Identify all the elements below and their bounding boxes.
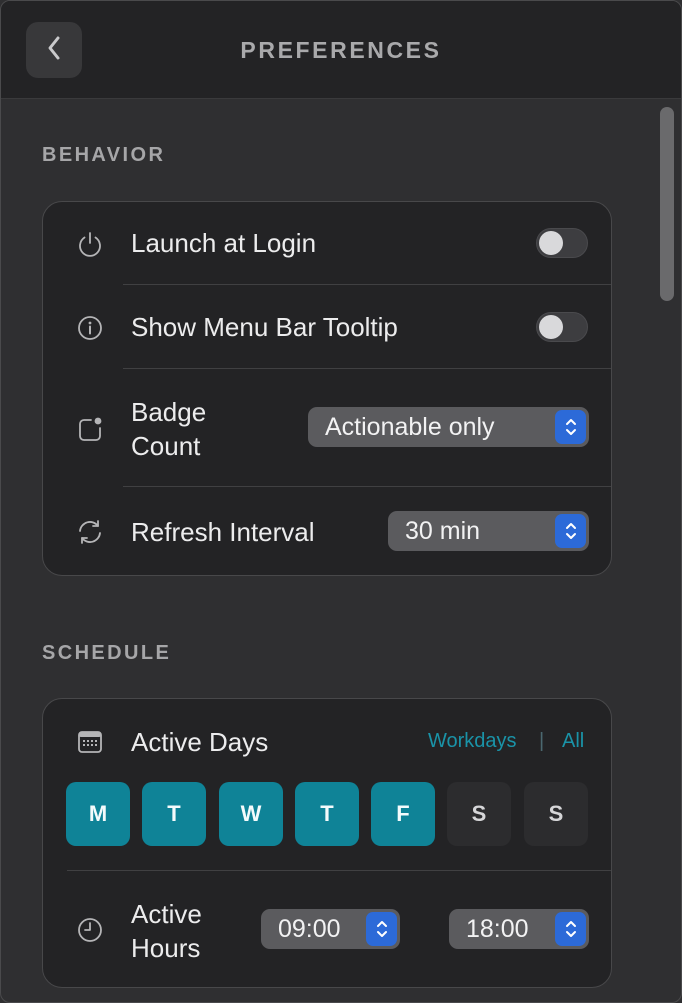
refresh-interval-select[interactable]: 30 min	[388, 511, 589, 551]
toggle-knob	[539, 231, 563, 255]
start-time-stepper[interactable]: 09:00	[261, 909, 400, 949]
badge-count-label-line2: Count	[131, 431, 201, 461]
day-toggle-wednesday[interactable]: W	[219, 782, 283, 846]
chevron-up-down-icon	[366, 912, 397, 946]
menu-bar-tooltip-toggle[interactable]	[536, 312, 588, 342]
launch-at-login-toggle[interactable]	[536, 228, 588, 258]
day-toggle-friday[interactable]: F	[371, 782, 435, 846]
launch-at-login-label: Launch at Login	[131, 228, 317, 258]
page-title: PREFERENCES	[240, 37, 442, 63]
chevron-up-down-icon	[555, 912, 586, 946]
row-divider	[123, 486, 611, 487]
clock-icon	[75, 915, 105, 945]
row-divider	[123, 368, 611, 369]
active-hours-label-line2: Hours	[131, 933, 201, 963]
end-time-stepper[interactable]: 18:00	[449, 909, 589, 949]
badge-count-select[interactable]: Actionable only	[308, 407, 589, 447]
link-separator: |	[539, 730, 545, 752]
day-toggle-tuesday[interactable]: T	[142, 782, 206, 846]
refresh-icon	[75, 517, 105, 547]
behavior-section-label: BEHAVIOR	[42, 144, 166, 166]
chevron-up-down-icon	[555, 514, 586, 548]
row-divider	[67, 870, 611, 871]
refresh-interval-label: Refresh Interval	[131, 517, 315, 547]
refresh-interval-value: 30 min	[405, 517, 481, 545]
active-hours-label-line1: Active	[131, 899, 202, 929]
badge-count-label-line1: Badge	[131, 397, 207, 427]
header-bar: PREFERENCES	[1, 1, 681, 99]
all-link[interactable]: All	[562, 730, 584, 753]
start-time-value: 09:00	[278, 915, 341, 943]
power-icon	[75, 229, 105, 259]
day-toggle-monday[interactable]: M	[66, 782, 130, 846]
schedule-section-label: SCHEDULE	[42, 642, 172, 664]
menu-bar-tooltip-label: Show Menu Bar Tooltip	[131, 312, 398, 342]
toggle-knob	[539, 315, 563, 339]
workdays-link[interactable]: Workdays	[428, 730, 517, 753]
row-divider	[123, 284, 611, 285]
day-toggle-sunday[interactable]: S	[524, 782, 588, 846]
day-toggle-saturday[interactable]: S	[447, 782, 511, 846]
scrollbar-thumb[interactable]	[660, 107, 674, 301]
active-days-label: Active Days	[131, 727, 269, 757]
behavior-card: Launch at Login Show Menu Bar Tooltip Ba…	[42, 201, 612, 576]
badge-icon	[75, 414, 105, 444]
preferences-window: PREFERENCES BEHAVIOR Launch at Login Sho…	[0, 0, 682, 1003]
day-toggle-thursday[interactable]: T	[295, 782, 359, 846]
calendar-icon	[75, 727, 105, 757]
end-time-value: 18:00	[466, 915, 529, 943]
chevron-up-down-icon	[555, 410, 586, 444]
info-icon	[75, 313, 105, 343]
badge-count-value: Actionable only	[325, 413, 495, 441]
